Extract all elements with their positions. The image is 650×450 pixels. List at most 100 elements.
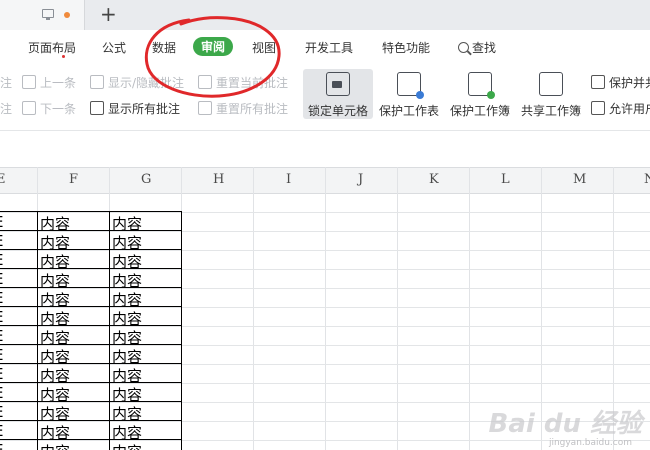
show-all-comments-label: 显示所有批注	[108, 102, 181, 116]
col-header-n[interactable]: N	[644, 172, 650, 187]
share-workbook-label: 共享工作簿	[520, 104, 581, 118]
menu-formula[interactable]: 公式	[102, 39, 126, 56]
table-border	[0, 325, 182, 326]
table-border	[0, 249, 182, 250]
menu-review[interactable]: 审阅	[193, 37, 234, 56]
menu-bar: 页面布局 公式 数据 审阅 视图 开发工具 特色功能 查找	[0, 30, 650, 64]
reset-all-comments-button[interactable]: 重置所有批注	[198, 100, 288, 117]
col-header-m[interactable]: M	[573, 172, 586, 187]
table-border	[0, 230, 182, 231]
prev-comment-icon	[22, 75, 36, 89]
reset-comment-icon	[198, 75, 212, 89]
col-header-f[interactable]: F	[69, 172, 78, 187]
cell-e[interactable]: E	[0, 308, 3, 326]
toggle-comment-label: 显示/隐藏批注	[108, 76, 185, 90]
prev-comment-button[interactable]: 上一条	[22, 74, 76, 91]
cell-e[interactable]: E	[0, 289, 3, 307]
prev-comment-label: 上一条	[40, 76, 77, 90]
table-row: E 内容 内容	[0, 269, 650, 290]
protect-share-label: 保护并共	[609, 76, 650, 90]
cell-e[interactable]: E	[0, 365, 3, 383]
cell-g[interactable]: 内容	[112, 441, 142, 450]
cell-e[interactable]: E	[0, 346, 3, 364]
allow-edit-button[interactable]: 允许用户	[591, 100, 650, 117]
cell-e[interactable]: E	[0, 232, 3, 250]
reset-all-comments-icon	[198, 101, 212, 115]
menu-developer-tools[interactable]: 开发工具	[305, 39, 353, 56]
menu-special-features[interactable]: 特色功能	[382, 39, 430, 56]
protect-workbook-button[interactable]: 保护工作簿	[443, 72, 517, 119]
table-row: E 内容 内容	[0, 288, 650, 309]
cell-f[interactable]: 内容	[40, 441, 70, 450]
share-workbook-button[interactable]: 共享工作簿	[514, 72, 588, 119]
col-header-h[interactable]: H	[213, 172, 224, 187]
toggle-comment-icon	[90, 75, 104, 89]
cell-e[interactable]: E	[0, 213, 3, 231]
table-row: E 内容 内容	[0, 231, 650, 252]
table-border	[0, 344, 182, 345]
col-header-i[interactable]: I	[286, 172, 291, 187]
table-row: E 内容 内容	[0, 212, 650, 233]
table-border	[181, 211, 182, 450]
cell-e[interactable]: E	[0, 441, 3, 450]
cell-e[interactable]: E	[0, 270, 3, 288]
reset-current-comment-button[interactable]: 重置当前批注	[198, 74, 288, 91]
col-header-j[interactable]: J	[358, 172, 363, 187]
reset-all-comments-label: 重置所有批注	[216, 102, 289, 116]
unsaved-dot-icon	[64, 12, 70, 18]
next-comment-button[interactable]: 下一条	[22, 100, 76, 117]
search-icon	[458, 42, 469, 53]
lock-cell-label: 锁定单元格	[307, 104, 368, 118]
table-border	[0, 287, 182, 288]
protect-sheet-button[interactable]: 保护工作表	[372, 72, 446, 119]
ribbon-edge-label: 注	[0, 76, 13, 90]
menu-search[interactable]: 查找	[458, 39, 496, 56]
menu-page-layout[interactable]: 页面布局	[28, 39, 76, 56]
table-row: E 内容 内容	[0, 364, 650, 385]
col-header-g[interactable]: G	[141, 172, 151, 187]
document-tab[interactable]	[0, 0, 85, 30]
monitor-icon	[42, 9, 54, 20]
review-ribbon: 注 注 上一条 下一条 显示/隐藏批注 显示所有批注 重置当前批注 重置所有批注…	[0, 64, 650, 130]
table-row: E 内容 内容	[0, 383, 650, 404]
watermark-url: jingyan.baidu.com	[548, 438, 632, 448]
toggle-comment-button[interactable]: 显示/隐藏批注	[90, 74, 184, 91]
col-header-k[interactable]: K	[429, 172, 439, 187]
cell-e[interactable]: E	[0, 403, 3, 421]
col-header-e[interactable]: E	[0, 172, 6, 187]
cell-e[interactable]: E	[0, 251, 3, 269]
protect-share-button[interactable]: 保护并共	[591, 74, 650, 91]
cell-e[interactable]: E	[0, 384, 3, 402]
cell-e[interactable]: E	[0, 327, 3, 345]
table-border	[0, 211, 182, 212]
protect-workbook-label: 保护工作簿	[449, 104, 510, 118]
table-row: E 内容 内容	[0, 345, 650, 366]
table-border	[109, 211, 110, 450]
table-border	[0, 439, 182, 440]
formula-bar[interactable]	[0, 130, 650, 167]
protect-workbook-icon	[468, 72, 495, 99]
table-row: E 内容 内容	[0, 307, 650, 328]
protect-sheet-icon	[397, 72, 424, 99]
table-border	[0, 401, 182, 402]
cell-e[interactable]: E	[0, 422, 3, 440]
title-bar: +	[0, 0, 650, 31]
lock-cell-button[interactable]: 锁定单元格	[301, 72, 375, 119]
search-label: 查找	[472, 41, 497, 55]
menu-view[interactable]: 视图	[252, 39, 276, 56]
watermark-logo: Bai du 经验	[488, 409, 643, 439]
reset-current-comment-label: 重置当前批注	[216, 76, 289, 90]
table-row: E 内容 内容	[0, 326, 650, 347]
table-border	[0, 363, 182, 364]
allow-edit-icon	[591, 101, 605, 115]
col-header-l[interactable]: L	[501, 172, 510, 187]
ribbon-edge-label: 注	[0, 102, 13, 116]
menu-data[interactable]: 数据	[152, 39, 176, 56]
protect-share-icon	[591, 75, 605, 89]
next-comment-label: 下一条	[40, 102, 77, 116]
table-border	[0, 420, 182, 421]
new-tab-button[interactable]: +	[100, 3, 117, 25]
protect-sheet-label: 保护工作表	[378, 104, 439, 118]
show-all-comments-button[interactable]: 显示所有批注	[90, 100, 180, 117]
table-border	[0, 306, 182, 307]
